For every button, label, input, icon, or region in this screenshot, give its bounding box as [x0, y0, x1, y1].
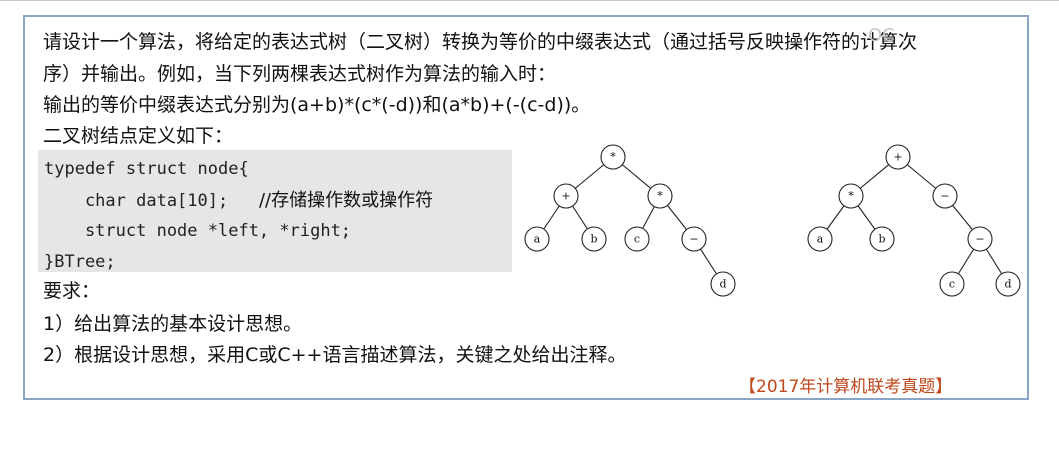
tree2-node-right: −: [932, 183, 958, 209]
tree2-node-d: d: [995, 271, 1021, 297]
tree1-node-right: *: [647, 183, 673, 209]
tree1-node-right-left: c: [624, 226, 650, 252]
tree1-node-left: +: [553, 183, 579, 209]
svg-text:*: *: [610, 151, 616, 164]
tree2-node-root: +: [885, 144, 911, 170]
svg-text:a: a: [817, 233, 824, 246]
svg-text:d: d: [719, 278, 726, 291]
tree1-node-right-right: −: [681, 226, 707, 252]
svg-text:−: −: [975, 233, 984, 246]
tree2-node-left-right: b: [869, 226, 895, 252]
tree1-node-left-right: b: [581, 226, 607, 252]
tree2-node-right-right: −: [967, 226, 993, 252]
top-divider: [0, 0, 1059, 1]
svg-text:c: c: [949, 278, 955, 291]
svg-text:*: *: [657, 190, 663, 203]
svg-text:*: *: [848, 190, 854, 203]
tree2-node-left: *: [838, 183, 864, 209]
svg-text:−: −: [940, 190, 949, 203]
tree1-node-root: *: [600, 144, 626, 170]
expression-tree-1: * + * a b c − d: [524, 144, 736, 297]
expression-trees-diagram: * + * a b c − d + * − a b − c d: [524, 144, 1021, 297]
expression-tree-2: + * − a b − c d: [807, 144, 1021, 297]
tree2-node-c: c: [939, 271, 965, 297]
svg-text:b: b: [878, 233, 885, 246]
svg-text:+: +: [561, 190, 570, 203]
tree1-node-left-left: a: [524, 226, 550, 252]
tree2-node-left-left: a: [807, 226, 833, 252]
problem-card: 请设计一个算法，将给定的表达式树（二叉树）转换为等价的中缀表达式（通过括号反映操…: [23, 15, 1029, 400]
svg-text:b: b: [590, 233, 597, 246]
svg-text:d: d: [1004, 278, 1011, 291]
svg-text:c: c: [634, 233, 640, 246]
tree1-node-d: d: [710, 271, 736, 297]
svg-text:a: a: [534, 233, 541, 246]
svg-text:+: +: [893, 151, 902, 164]
svg-text:−: −: [689, 233, 698, 246]
